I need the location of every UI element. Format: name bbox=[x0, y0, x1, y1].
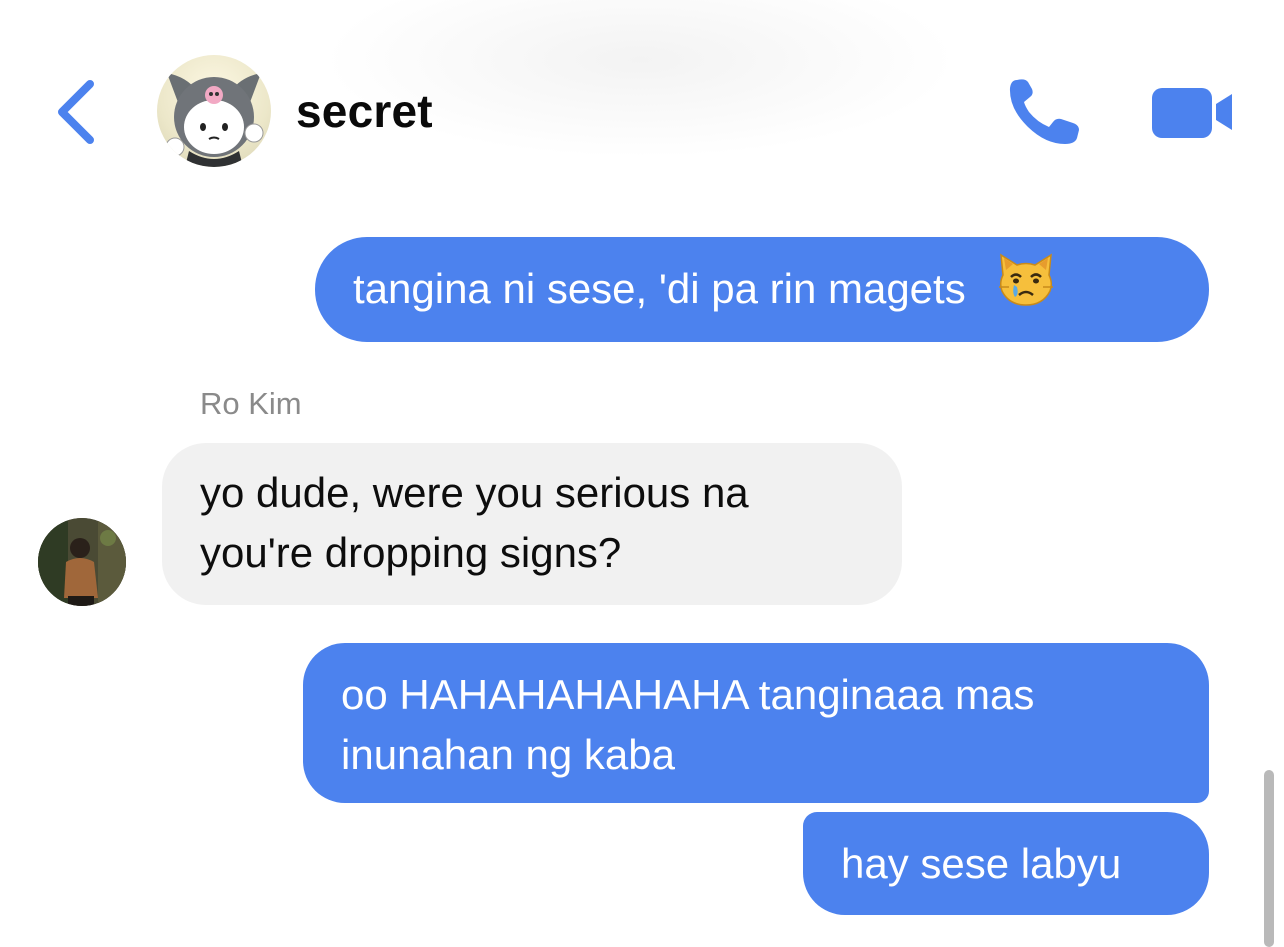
character-avatar-icon bbox=[165, 73, 264, 167]
phone-icon bbox=[1009, 79, 1079, 144]
message-text-line: oo HAHAHAHAHAHA tanginaaa mas bbox=[341, 671, 1035, 718]
chat-header: secret bbox=[0, 0, 1284, 200]
video-camera-icon bbox=[1152, 88, 1232, 138]
sender-avatar[interactable] bbox=[38, 518, 126, 606]
crying-cat-face-icon bbox=[997, 253, 1055, 323]
outgoing-message[interactable]: tangina ni sese, 'di pa rin magets bbox=[315, 237, 1209, 342]
scrollbar[interactable] bbox=[1264, 770, 1274, 947]
message-text-line: you're dropping signs? bbox=[200, 529, 622, 576]
sender-name: Ro Kim bbox=[200, 386, 302, 421]
video-call-button[interactable] bbox=[1148, 82, 1238, 142]
message-text: hay sese labyu bbox=[841, 840, 1122, 887]
chat-title[interactable]: secret bbox=[296, 84, 433, 138]
outgoing-message[interactable]: hay sese labyu bbox=[803, 812, 1209, 915]
audio-call-button[interactable] bbox=[1003, 74, 1087, 150]
back-button[interactable] bbox=[50, 72, 110, 152]
incoming-message[interactable]: yo dude, were you serious na you're drop… bbox=[162, 443, 902, 605]
message-text: tangina ni sese, 'di pa rin magets bbox=[353, 265, 966, 312]
profile-photo-icon bbox=[38, 518, 126, 606]
message-text-line: yo dude, were you serious na bbox=[200, 469, 749, 516]
chevron-left-icon bbox=[58, 80, 94, 144]
outgoing-message[interactable]: oo HAHAHAHAHAHA tanginaaa mas inunahan n… bbox=[303, 643, 1209, 803]
message-text-line: inunahan ng kaba bbox=[341, 731, 675, 778]
group-avatar[interactable] bbox=[157, 55, 271, 167]
